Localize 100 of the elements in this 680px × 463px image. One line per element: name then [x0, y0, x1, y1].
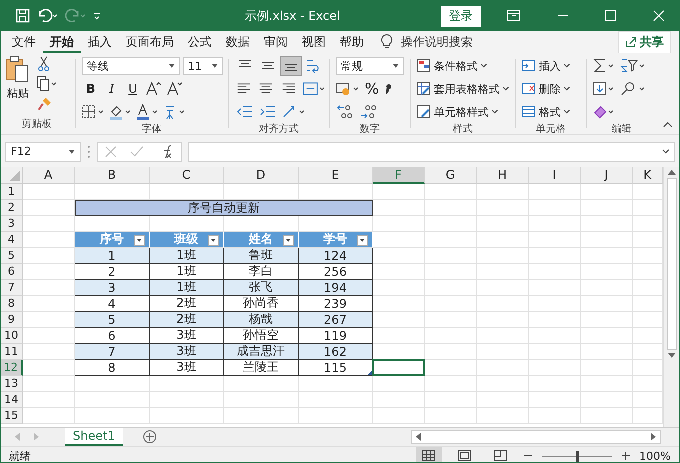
scissors-icon[interactable]	[37, 56, 51, 72]
decrease-font-icon[interactable]	[166, 81, 184, 97]
row-header[interactable]: 6	[1, 264, 23, 280]
column-header[interactable]: B	[75, 167, 150, 184]
scroll-up-icon[interactable]	[668, 170, 676, 175]
ribbon-tab[interactable]: 开始	[43, 31, 81, 53]
format-painter-icon[interactable]	[37, 96, 53, 112]
ribbon-tab[interactable]: 帮助	[333, 31, 371, 53]
empty-cell	[581, 216, 633, 232]
merge-icon[interactable]	[302, 80, 327, 98]
copy-icon[interactable]	[37, 76, 59, 92]
table-cell: 3班	[150, 344, 224, 360]
close-icon[interactable]	[653, 10, 665, 22]
save-icon[interactable]	[15, 8, 31, 24]
zoom-slider-thumb[interactable]	[576, 450, 579, 462]
cells-button[interactable]: 格式	[522, 102, 584, 122]
sign-in-button[interactable]: 登录	[441, 6, 481, 26]
row-header[interactable]: 11	[1, 344, 23, 360]
ribbon-tab[interactable]: 公式	[181, 31, 219, 53]
column-header[interactable]: K	[633, 167, 663, 184]
maximize-icon[interactable]	[605, 10, 617, 22]
normal-view-button[interactable]	[416, 447, 442, 462]
undo-icon[interactable]	[37, 8, 59, 24]
filter-dropdown-icon[interactable]	[208, 235, 219, 246]
row-header[interactable]: 8	[1, 296, 23, 312]
filter-dropdown-icon[interactable]	[357, 235, 368, 246]
font-style-button[interactable]: B	[82, 82, 100, 96]
scroll-down-icon[interactable]	[668, 353, 676, 358]
scroll-right-icon[interactable]	[651, 433, 656, 441]
paste-button[interactable]: 粘贴	[5, 56, 31, 117]
share-button[interactable]: 共享	[618, 30, 671, 54]
percent-button[interactable]: %	[365, 80, 380, 98]
ribbon-display-icon[interactable]	[507, 10, 521, 22]
horizontal-scrollbar[interactable]	[411, 430, 661, 444]
column-header[interactable]: E	[299, 167, 373, 184]
row-header[interactable]: 2	[1, 200, 23, 216]
fill-color-icon[interactable]	[109, 104, 133, 120]
row-header[interactable]: 10	[1, 328, 23, 344]
column-header[interactable]: A	[23, 167, 75, 184]
row-header[interactable]: 1	[1, 184, 23, 200]
collapse-ribbon-icon[interactable]	[663, 122, 673, 128]
ribbon-tab[interactable]: 数据	[219, 31, 257, 53]
borders-icon[interactable]	[82, 104, 106, 120]
row-header[interactable]: 7	[1, 280, 23, 296]
expand-icon[interactable]	[662, 149, 670, 154]
search-icon[interactable]	[620, 81, 646, 97]
vertical-scrollbar[interactable]	[663, 167, 679, 427]
vertical-align-icon[interactable]	[281, 57, 301, 75]
row-header[interactable]: 5	[1, 248, 23, 264]
font-style-button[interactable]: I	[103, 82, 121, 96]
font-style-button[interactable]: U	[124, 82, 142, 96]
font-size-dropdown[interactable]: 11	[183, 57, 223, 75]
row-header[interactable]: 12	[1, 360, 23, 376]
table-cell: 115	[299, 360, 373, 376]
formula-field[interactable]	[188, 142, 675, 162]
ribbon-tab[interactable]: 页面布局	[119, 31, 181, 53]
cells-button[interactable]: 删除	[522, 79, 584, 99]
ribbon-tab[interactable]: 视图	[295, 31, 333, 53]
ribbon-tab[interactable]: 文件	[5, 31, 43, 53]
phonetic-icon[interactable]	[163, 104, 187, 120]
column-header[interactable]: D	[224, 167, 299, 184]
ribbon-tab[interactable]: 审阅	[257, 31, 295, 53]
row-header[interactable]: 3	[1, 216, 23, 232]
filter-dropdown-icon[interactable]	[283, 235, 294, 246]
row-header[interactable]: 9	[1, 312, 23, 328]
row-header[interactable]: 15	[1, 408, 23, 424]
column-header[interactable]: H	[477, 167, 529, 184]
zoom-level[interactable]: 100%	[640, 450, 671, 462]
empty-cell	[477, 184, 529, 200]
row-header[interactable]: 13	[1, 376, 23, 392]
sort-filter-icon[interactable]	[620, 58, 646, 74]
font-color-icon[interactable]	[136, 104, 160, 120]
number-format-dropdown[interactable]: 常规	[336, 57, 404, 75]
filter-dropdown-icon[interactable]	[134, 235, 145, 246]
increase-font-icon[interactable]	[145, 81, 163, 97]
add-sheet-icon[interactable]	[143, 430, 158, 444]
column-header[interactable]: F	[373, 167, 425, 184]
scroll-left-icon[interactable]	[416, 433, 421, 441]
empty-cell	[477, 248, 529, 264]
styles-button[interactable]: 单元格样式	[417, 102, 513, 122]
styles-button[interactable]: 套用表格格式	[417, 79, 513, 99]
table-header-cell: 学号	[299, 232, 373, 248]
ribbon-tab[interactable]: 插入	[81, 31, 119, 53]
zoom-in-icon[interactable]	[622, 452, 630, 460]
customize-icon[interactable]	[93, 11, 101, 21]
row-header[interactable]: 4	[1, 232, 23, 248]
table-resize-handle-icon[interactable]	[368, 371, 372, 375]
column-header[interactable]: I	[529, 167, 581, 184]
cells-button[interactable]: 插入	[522, 56, 584, 76]
group-label: 剪贴板	[22, 118, 52, 132]
sheet-tab[interactable]: Sheet1	[65, 428, 124, 446]
column-header[interactable]: C	[150, 167, 224, 184]
row-header[interactable]: 14	[1, 392, 23, 408]
name-box[interactable]: F12	[5, 142, 81, 162]
decrease-decimal-icon[interactable]	[359, 103, 379, 121]
column-header[interactable]: G	[425, 167, 477, 184]
styles-button[interactable]: 条件格式	[417, 56, 513, 76]
search-field[interactable]: 操作说明搜索	[399, 34, 523, 50]
font-name-dropdown[interactable]: 等线	[82, 57, 180, 75]
column-header[interactable]: J	[581, 167, 633, 184]
